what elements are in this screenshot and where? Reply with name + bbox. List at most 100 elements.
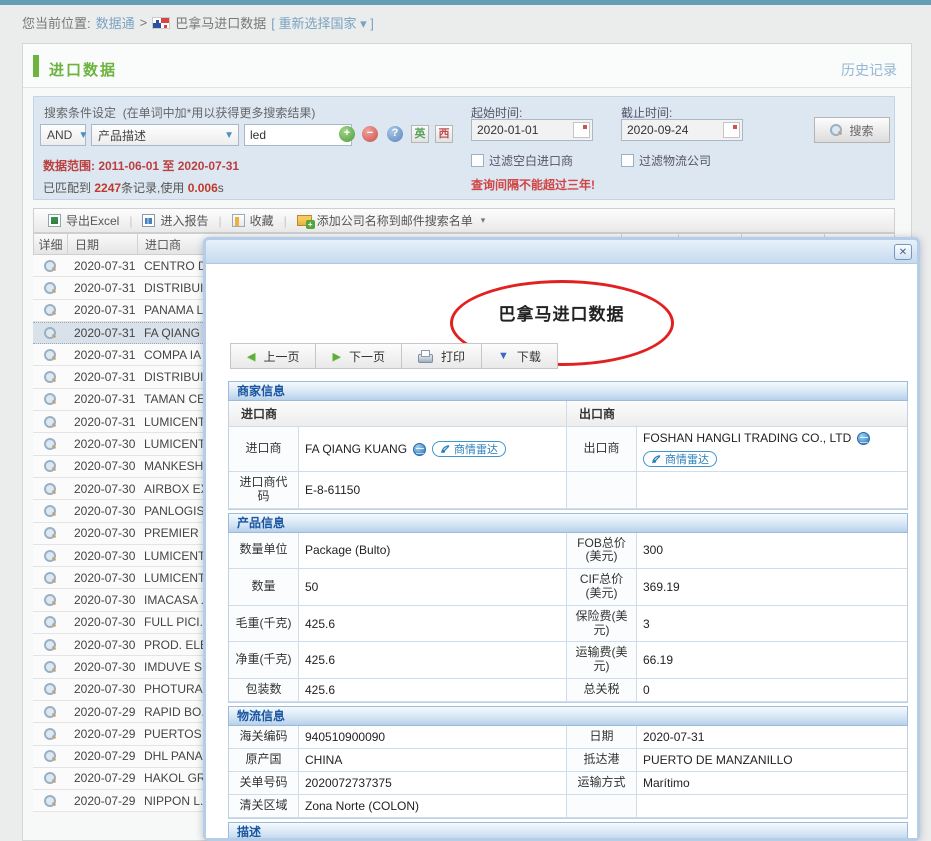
field-value: 300 [637,533,907,570]
field-label: 清关区域 [229,795,299,818]
detail-magnifier-icon[interactable] [44,260,56,272]
enter-report-button[interactable]: 进入报告 [136,212,214,229]
filter-logistics-option: 过滤物流公司 [621,152,711,169]
product-table: 数量单位 Package (Bulto) FOB总价(美元) 300 数量 50… [228,533,908,703]
detail-magnifier-icon[interactable] [44,527,56,539]
globe-icon[interactable] [413,443,426,456]
row-date: 2020-07-30 [67,638,137,652]
row-date: 2020-07-29 [67,794,137,808]
detail-magnifier-icon[interactable] [44,795,56,807]
history-link[interactable]: 历史记录 [841,60,897,80]
detail-magnifier-icon[interactable] [44,371,56,383]
detail-magnifier-icon[interactable] [44,572,56,584]
detail-magnifier-icon[interactable] [44,728,56,740]
row-date: 2020-07-31 [67,303,137,317]
print-button[interactable]: 打印 [402,344,482,368]
help-button[interactable]: ? [387,126,403,142]
reselect-country-link[interactable]: [ 重新选择国家 ▾ ] [271,13,374,32]
modal-title: 巴拿马进口数据 [206,300,917,325]
row-date: 2020-07-30 [67,571,137,585]
modal-nav-buttons: ◀ 上一页 ▶ 下一页 打印 ▼ 下载 [230,343,558,369]
field-label: 海关编码 [229,726,299,749]
row-date: 2020-07-30 [67,549,137,563]
detail-magnifier-icon[interactable] [44,594,56,606]
field-label: 运输费(美元) [567,642,637,679]
next-page-button[interactable]: ▶ 下一页 [316,344,401,368]
detail-magnifier-icon[interactable] [44,327,56,339]
detail-magnifier-icon[interactable] [44,505,56,517]
date-range-warning: 查询间隔不能超过三年! [471,176,595,193]
detail-magnifier-icon[interactable] [44,304,56,316]
field-value: Marítimo [637,772,907,795]
business-radar-badge[interactable]: 商情雷达 [643,451,717,467]
field-label: 日期 [567,726,637,749]
radar-icon [651,454,662,465]
column-header-detail[interactable]: 详细 [34,234,68,254]
detail-magnifier-icon[interactable] [44,772,56,784]
detail-magnifier-icon[interactable] [44,438,56,450]
close-icon[interactable]: ✕ [894,244,912,260]
detail-magnifier-icon[interactable] [44,616,56,628]
start-date-input[interactable]: 2020-01-01 [471,119,593,141]
detail-sections: 商家信息 进口商 出口商 进口商 FA QIANG KUANG 商情雷达 [228,378,908,838]
add-mail-list-button[interactable]: 添加公司名称到邮件搜索名单 ▾ [291,212,492,229]
detail-magnifier-icon[interactable] [44,683,56,695]
detail-magnifier-icon[interactable] [44,393,56,405]
lang-spanish-button[interactable]: 西 [435,125,453,143]
detail-magnifier-icon[interactable] [44,349,56,361]
row-date: 2020-07-30 [67,504,137,518]
detail-magnifier-icon[interactable] [44,639,56,651]
field-value: 50 [299,569,567,606]
importer-value-cell: FA QIANG KUANG 商情雷达 [299,427,567,472]
column-header-date[interactable]: 日期 [68,234,138,254]
row-date: 2020-07-31 [67,259,137,273]
detail-magnifier-icon[interactable] [44,416,56,428]
field-value: 425.6 [299,642,567,679]
logistics-row: 原产国 CHINA 抵达港 PUERTO DE MANZANILLO [229,749,907,772]
detail-magnifier-icon[interactable] [44,706,56,718]
row-date: 2020-07-30 [67,593,137,607]
field-label: 运输方式 [567,772,637,795]
remove-condition-button[interactable]: − [362,126,378,142]
report-icon [142,214,155,227]
field-label: 总关税 [567,679,637,702]
section-description-header: 描述 [228,822,908,838]
field-value: 0 [637,679,907,702]
product-row: 数量单位 Package (Bulto) FOB总价(美元) 300 [229,533,907,570]
detail-magnifier-icon[interactable] [44,750,56,762]
lang-english-button[interactable]: 英 [411,125,429,143]
filter-blank-importer-checkbox[interactable] [471,154,484,167]
prev-page-button[interactable]: ◀ 上一页 [231,344,316,368]
field-label: 关单号码 [229,772,299,795]
detail-magnifier-icon[interactable] [44,661,56,673]
detail-magnifier-icon[interactable] [44,550,56,562]
product-row: 数量 50 CIF总价(美元) 369.19 [229,569,907,606]
calendar-icon[interactable] [573,122,590,138]
breadcrumb-portal-link[interactable]: 数据通 [96,13,135,32]
breadcrumb-current-page: 巴拿马进口数据 [175,13,266,32]
download-button[interactable]: ▼ 下载 [482,344,557,368]
globe-icon[interactable] [857,432,870,445]
search-panel: 搜索条件设定 (在单词中加*用以获得更多搜索结果) AND▼ 产品描述▼ + −… [33,96,895,200]
end-date-input[interactable]: 2020-09-24 [621,119,743,141]
radar-icon [440,444,451,455]
calendar-icon[interactable] [723,122,740,138]
filter-logistics-checkbox[interactable] [621,154,634,167]
favorite-button[interactable]: 收藏 [226,212,280,229]
row-date: 2020-07-29 [67,749,137,763]
boolean-operator-select[interactable]: AND▼ [40,124,86,146]
keyword-input[interactable] [244,124,352,146]
business-radar-badge[interactable]: 商情雷达 [432,441,506,457]
field-label: 净重(千克) [229,642,299,679]
add-condition-button[interactable]: + [339,126,355,142]
search-field-select[interactable]: 产品描述▼ [91,124,239,146]
search-button[interactable]: 搜索 [814,117,890,143]
record-detail-modal: ✕ 巴拿马进口数据 ◀ 上一页 ▶ 下一页 打印 ▼ 下载 商家信息 [203,237,920,841]
toolbar-separator: | [125,214,136,228]
detail-magnifier-icon[interactable] [44,483,56,495]
export-excel-button[interactable]: 导出Excel [42,212,125,229]
detail-magnifier-icon[interactable] [44,282,56,294]
field-value: CHINA [299,749,567,772]
detail-magnifier-icon[interactable] [44,460,56,472]
row-date: 2020-07-31 [67,415,137,429]
